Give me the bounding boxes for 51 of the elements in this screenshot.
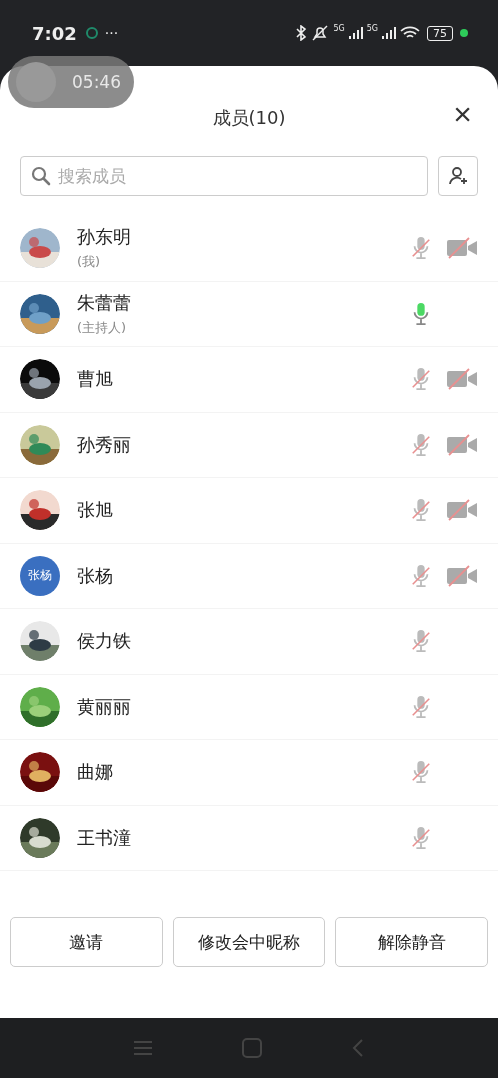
signal-icon [382, 27, 396, 39]
muted-microphone-icon[interactable] [410, 759, 432, 786]
muted-microphone-icon[interactable] [410, 562, 432, 589]
member-name: 黄丽丽 [77, 694, 132, 719]
app-notification-icon [84, 26, 99, 40]
member-name: 侯力铁 [77, 629, 132, 654]
member-name: 孙东明 [77, 225, 132, 250]
member-role: (我) [77, 253, 102, 272]
search-icon [31, 166, 51, 186]
muted-microphone-icon[interactable] [410, 235, 432, 262]
member-name: 朱蕾蕾 [77, 290, 132, 315]
member-name: 张杨 [77, 563, 114, 588]
menu-icon[interactable] [134, 1040, 152, 1056]
member-name: 曲娜 [77, 760, 114, 785]
member-name: 曹旭 [77, 367, 114, 392]
network-type: 5G [333, 24, 345, 33]
member-name: 孙秀丽 [77, 432, 132, 457]
action-button[interactable]: 修改会中昵称 [172, 917, 326, 967]
muted-microphone-icon[interactable] [410, 628, 432, 655]
add-person-icon [447, 165, 469, 187]
member-name: 王书潼 [77, 825, 132, 850]
network-type: 5G [366, 24, 378, 33]
muted-microphone-icon[interactable] [410, 824, 432, 851]
back-icon[interactable] [352, 1038, 364, 1058]
battery-indicator: 75 [427, 25, 453, 41]
muted-bell-icon [311, 25, 330, 41]
camera-off-icon[interactable] [446, 433, 478, 456]
muted-microphone-icon[interactable] [410, 431, 432, 458]
action-button[interactable]: 解除静音 [335, 917, 488, 967]
action-button[interactable]: 邀请 [10, 917, 163, 967]
muted-microphone-icon[interactable] [410, 497, 432, 524]
bluetooth-icon [295, 25, 308, 41]
signal-icon [348, 27, 363, 39]
search-field[interactable]: 搜索成员 [20, 156, 428, 196]
status-dot-icon [460, 29, 468, 37]
wifi-icon [400, 26, 420, 40]
camera-off-icon[interactable] [446, 499, 478, 522]
camera-off-icon[interactable] [446, 237, 478, 260]
add-member-button[interactable] [438, 156, 478, 196]
clock: 7:02 [32, 22, 77, 44]
close-button[interactable]: × [453, 98, 472, 130]
member-role: (主持人) [77, 318, 128, 337]
sheet-title: 成员(10) [212, 106, 286, 130]
more-notifications: ··· [104, 25, 119, 41]
muted-microphone-icon[interactable] [410, 693, 432, 720]
muted-microphone-icon[interactable] [410, 366, 432, 393]
member-name: 张旭 [77, 498, 114, 523]
home-icon[interactable] [242, 1038, 262, 1058]
camera-off-icon[interactable] [446, 564, 478, 587]
camera-off-icon[interactable] [446, 368, 478, 391]
avatar: 张杨 [20, 555, 60, 596]
